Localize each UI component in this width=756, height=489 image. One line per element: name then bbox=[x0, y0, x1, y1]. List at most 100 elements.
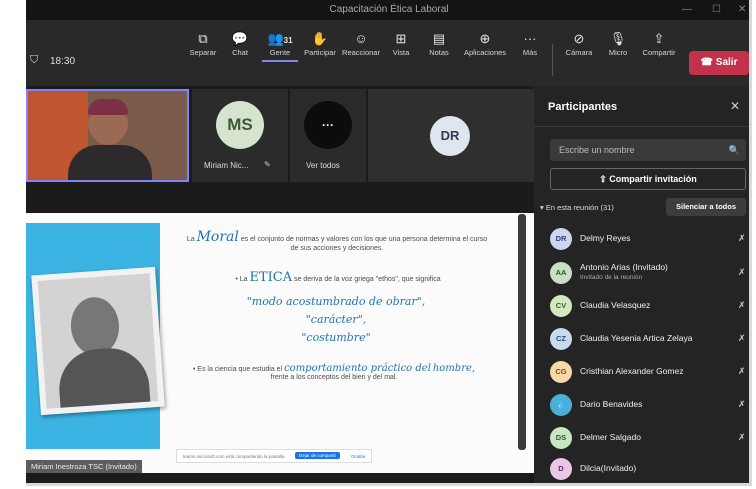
participant-row[interactable]: D Dilcia(Invitado) bbox=[550, 455, 749, 483]
close-window-icon[interactable]: ✕ bbox=[738, 0, 746, 20]
share-icon: ⇪ bbox=[653, 31, 665, 46]
participant-name: Claudia Velasquez bbox=[580, 300, 651, 310]
participant-row[interactable]: CV Claudia Velasquez ✗ bbox=[550, 292, 749, 322]
search-icon: 🔍 bbox=[728, 145, 740, 155]
participant-name: Cristhian Alexander Gomez bbox=[580, 366, 684, 376]
shared-slide: La Moral es el conjunto de normas y valo… bbox=[26, 213, 534, 473]
teams-meeting-window: Capacitación Ética Laboral — ☐ ✕ ⛉ 18:30… bbox=[26, 0, 752, 486]
share-button[interactable]: ⇪ Compartir bbox=[640, 30, 678, 57]
mic-button[interactable]: 🎙 Micro bbox=[604, 30, 632, 57]
slide-paragraph-ciencia: • Es la ciencia que estudia el comportam… bbox=[192, 363, 476, 381]
phone-hangup-icon: ☎ bbox=[700, 57, 713, 68]
see-all-label: Ver todos bbox=[306, 161, 340, 170]
share-invite-button[interactable]: ⇪ Compartir invitación bbox=[550, 168, 746, 190]
mic-off-icon: ✗ bbox=[738, 267, 746, 277]
slide-illustration bbox=[31, 266, 165, 416]
participant-row[interactable]: 💧 Dario Benavides ✗ bbox=[550, 391, 749, 421]
more-participants-icon: ··· bbox=[304, 101, 352, 149]
tile-name-ms: Miriam Nic... bbox=[204, 161, 249, 170]
participant-role: Invitado de la reunión bbox=[580, 274, 643, 281]
grid-icon: ⊞ bbox=[395, 31, 407, 46]
in-meeting-section[interactable]: ▾ En esta reunión (31) bbox=[540, 203, 614, 212]
participant-row[interactable]: CG Cristhian Alexander Gomez ✗ bbox=[550, 358, 749, 388]
participant-tile-dr[interactable]: DR bbox=[368, 89, 534, 182]
more-button[interactable]: ··· Más bbox=[518, 30, 542, 57]
avatar: DS bbox=[550, 427, 572, 449]
toolbar-divider bbox=[552, 44, 553, 76]
mic-off-icon: ✗ bbox=[738, 366, 746, 376]
participant-row[interactable]: DS Delmer Salgado ✗ bbox=[550, 424, 749, 454]
mute-all-button[interactable]: Silenciar a todos bbox=[666, 198, 746, 216]
notes-button[interactable]: ▤ Notas bbox=[425, 30, 453, 57]
maximize-icon[interactable]: ☐ bbox=[712, 0, 721, 20]
presenter-video[interactable] bbox=[26, 89, 189, 182]
person-hair bbox=[88, 99, 128, 115]
minimize-icon[interactable]: — bbox=[682, 0, 692, 20]
camera-off-icon: ⊘ bbox=[573, 31, 585, 46]
participant-row[interactable]: AA Antonio Arias (Invitado) Invitado de … bbox=[550, 259, 749, 289]
participant-row[interactable]: CZ Claudia Yesenia Artica Zelaya ✗ bbox=[550, 325, 749, 355]
participants-panel: Participantes ✕ Escribe un nombre 🔍 ⇪ Co… bbox=[534, 86, 749, 483]
slide-paragraph-etica: • La ETICA se deriva de la voz griega "e… bbox=[235, 270, 441, 285]
mic-off-icon: ✗ bbox=[738, 333, 746, 343]
window-title: Capacitación Ética Laboral bbox=[329, 4, 449, 15]
react-button[interactable]: ☺ Reaccionar bbox=[340, 30, 382, 57]
meeting-stage: MS Miriam Nic... ✎ ··· Ver todos DR La M… bbox=[26, 86, 534, 483]
people-icon: 👥31 bbox=[267, 31, 293, 46]
share-icon: ⇪ bbox=[599, 174, 607, 184]
raise-hand-button[interactable]: ✋ Participar bbox=[300, 30, 340, 57]
slide-paragraph-moral: La Moral es el conjunto de normas y valo… bbox=[186, 229, 488, 252]
person-body bbox=[68, 145, 152, 180]
illustration-shoulders bbox=[56, 345, 151, 409]
title-bar: Capacitación Ética Laboral — ☐ ✕ bbox=[26, 0, 749, 20]
popout-button[interactable]: ⧉ Separar bbox=[186, 30, 220, 57]
avatar: CG bbox=[550, 361, 572, 383]
leave-button[interactable]: ☎ Salir bbox=[689, 51, 749, 75]
search-input[interactable]: Escribe un nombre 🔍 bbox=[550, 139, 746, 161]
panel-title: Participantes bbox=[548, 101, 618, 113]
mic-off-icon: ✗ bbox=[738, 300, 746, 310]
mic-off-icon: ✗ bbox=[738, 432, 746, 442]
avatar: AA bbox=[550, 262, 572, 284]
presenter-name-tag: Miriam Inestroza TSC (Invitado) bbox=[26, 460, 142, 473]
camera-button[interactable]: ⊘ Cámara bbox=[562, 30, 596, 57]
mic-off-icon: ✗ bbox=[738, 399, 746, 409]
slide-scrollbar[interactable] bbox=[518, 214, 526, 450]
apps-button[interactable]: ⊕ Aplicaciones bbox=[460, 30, 510, 57]
avatar: CV bbox=[550, 295, 572, 317]
view-button[interactable]: ⊞ Vista bbox=[388, 30, 414, 57]
avatar: D bbox=[550, 458, 572, 480]
participant-tile-ms[interactable]: MS Miriam Nic... ✎ bbox=[192, 89, 288, 182]
raise-hand-icon: ✋ bbox=[311, 31, 329, 46]
panel-divider bbox=[534, 126, 749, 127]
mic-off-icon: 🎙 bbox=[609, 31, 627, 46]
participant-row[interactable]: DR Delmy Reyes ✗ bbox=[550, 225, 749, 255]
slide-quote-1: "modo acostumbrado de obrar", bbox=[246, 295, 426, 308]
slide-blue-panel bbox=[26, 223, 165, 449]
avatar-ms: MS bbox=[216, 101, 264, 149]
stop-sharing-button[interactable]: Dejar de compartir bbox=[295, 452, 341, 459]
participant-name: Dilcia(Invitado) bbox=[580, 463, 637, 473]
participant-name: Delmy Reyes bbox=[580, 233, 631, 243]
shield-icon: ⛉ bbox=[30, 54, 39, 66]
close-icon[interactable]: ✕ bbox=[730, 99, 740, 113]
add-app-icon: ⊕ bbox=[479, 31, 491, 46]
participant-name: Delmer Salgado bbox=[580, 432, 641, 442]
screen-share-notice: teams.microsoft.com está compartiendo la… bbox=[176, 449, 372, 463]
chat-button[interactable]: 💬 Chat bbox=[224, 30, 256, 57]
more-icon: ··· bbox=[523, 31, 537, 46]
avatar: DR bbox=[550, 228, 572, 250]
smiley-icon: ☺ bbox=[354, 31, 368, 46]
meeting-toolbar: ⛉ 18:30 ⧉ Separar 💬 Chat 👥31 Gente ✋ Partici… bbox=[26, 20, 749, 86]
people-button[interactable]: 👥31 Gente bbox=[262, 30, 298, 62]
participant-name: Antonio Arias (Invitado) bbox=[580, 262, 668, 272]
notes-icon: ▤ bbox=[432, 31, 446, 46]
see-all-tile[interactable]: ··· Ver todos bbox=[290, 89, 366, 182]
chevron-down-icon: ▾ bbox=[540, 203, 544, 212]
slide-quote-3: "costumbre" bbox=[301, 331, 371, 344]
mic-off-icon: ✎ bbox=[264, 160, 271, 169]
hide-button[interactable]: Ocultar bbox=[351, 454, 366, 459]
participant-name: Claudia Yesenia Artica Zelaya bbox=[580, 333, 693, 343]
participant-name: Dario Benavides bbox=[580, 399, 643, 409]
chat-icon: 💬 bbox=[231, 31, 249, 46]
